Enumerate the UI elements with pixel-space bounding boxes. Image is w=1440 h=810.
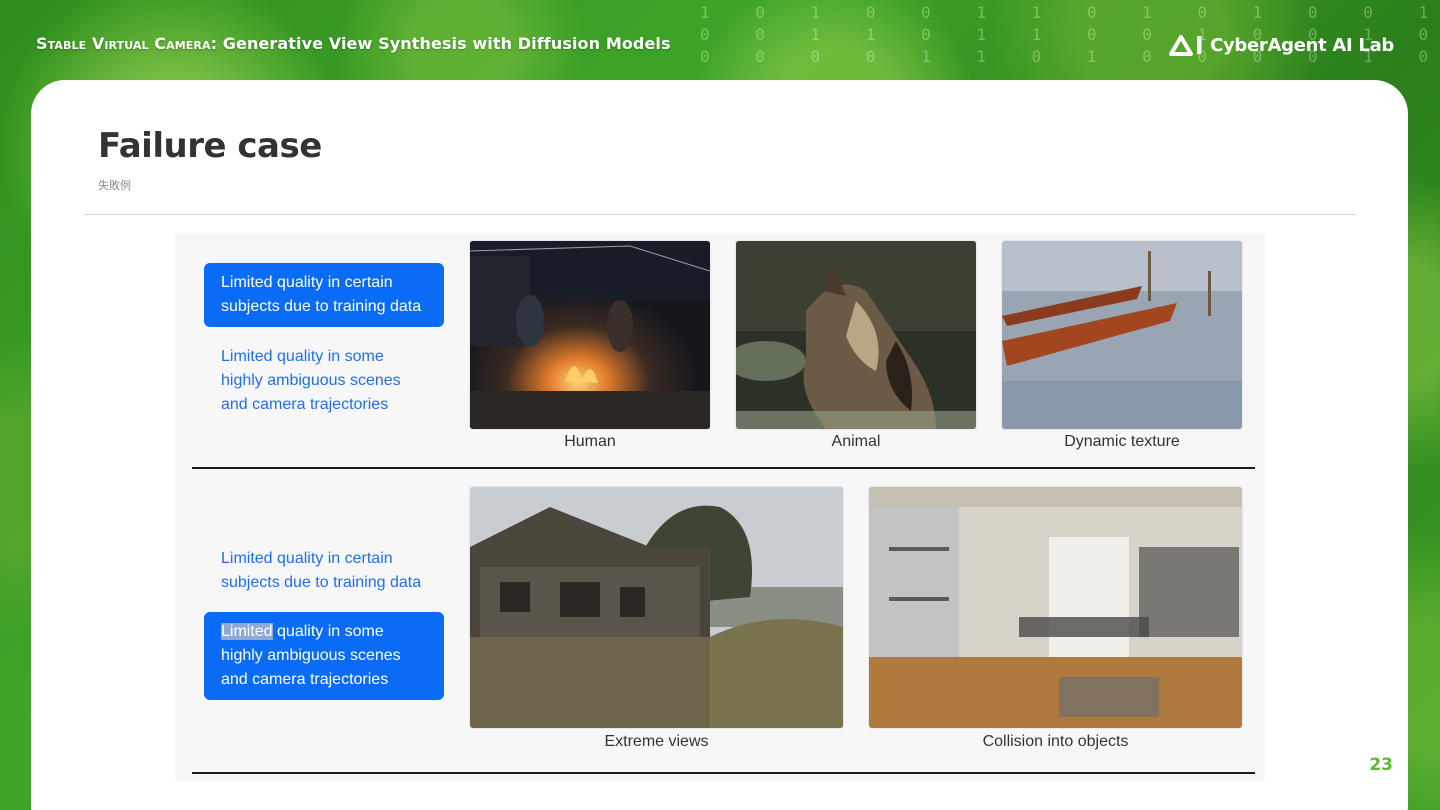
- title-divider: [84, 214, 1356, 215]
- bottom-option-1-text: Limited quality in certain subjects due …: [221, 550, 422, 591]
- caption-dynamic-texture: Dynamic texture: [1064, 433, 1180, 450]
- human-camping-image: [470, 241, 710, 429]
- boats-on-water-image: [1002, 241, 1242, 429]
- slide-subtitle: 失敗例: [98, 179, 131, 192]
- wild-dog-image: [736, 241, 976, 429]
- slide-title: Failure case: [98, 126, 322, 166]
- logo-text: CyberAgent AI Lab: [1210, 34, 1394, 56]
- ai-logo-icon: [1168, 34, 1204, 56]
- caption-animal: Animal: [831, 433, 881, 450]
- caption-extreme-views: Extreme views: [604, 733, 709, 750]
- top-option-2-text: Limited quality in some highly ambiguous…: [221, 348, 401, 413]
- cyberagent-logo: CyberAgent AI Lab: [1168, 32, 1394, 58]
- caption-human: Human: [564, 433, 616, 450]
- store-interior-image: [869, 487, 1242, 728]
- bottom-option-training-data: Limited quality in certain subjects due …: [204, 539, 444, 603]
- top-option-training-data: Limited quality in certain subjects due …: [204, 263, 444, 327]
- bottom-option-ambiguous-scenes: Limited quality in some highly ambiguous…: [204, 612, 444, 700]
- top-option-1-text: Limited quality in certain subjects due …: [221, 274, 422, 315]
- caption-collision-into-objects: Collision into objects: [982, 733, 1129, 750]
- header-title-rest: : Generative View Synthesis with Diffusi…: [210, 34, 671, 53]
- figure-divider-top: [192, 467, 1255, 469]
- ruined-house-image: [470, 487, 843, 728]
- header-title: Stable Virtual Camera: Generative View S…: [36, 34, 671, 53]
- text-selection-highlight: Limited: [221, 623, 273, 640]
- page-number: 23: [1369, 755, 1393, 775]
- top-option-ambiguous-scenes: Limited quality in some highly ambiguous…: [204, 337, 444, 423]
- figure-divider-bottom: [192, 772, 1255, 774]
- header-title-product: Stable Virtual Camera: [36, 34, 211, 53]
